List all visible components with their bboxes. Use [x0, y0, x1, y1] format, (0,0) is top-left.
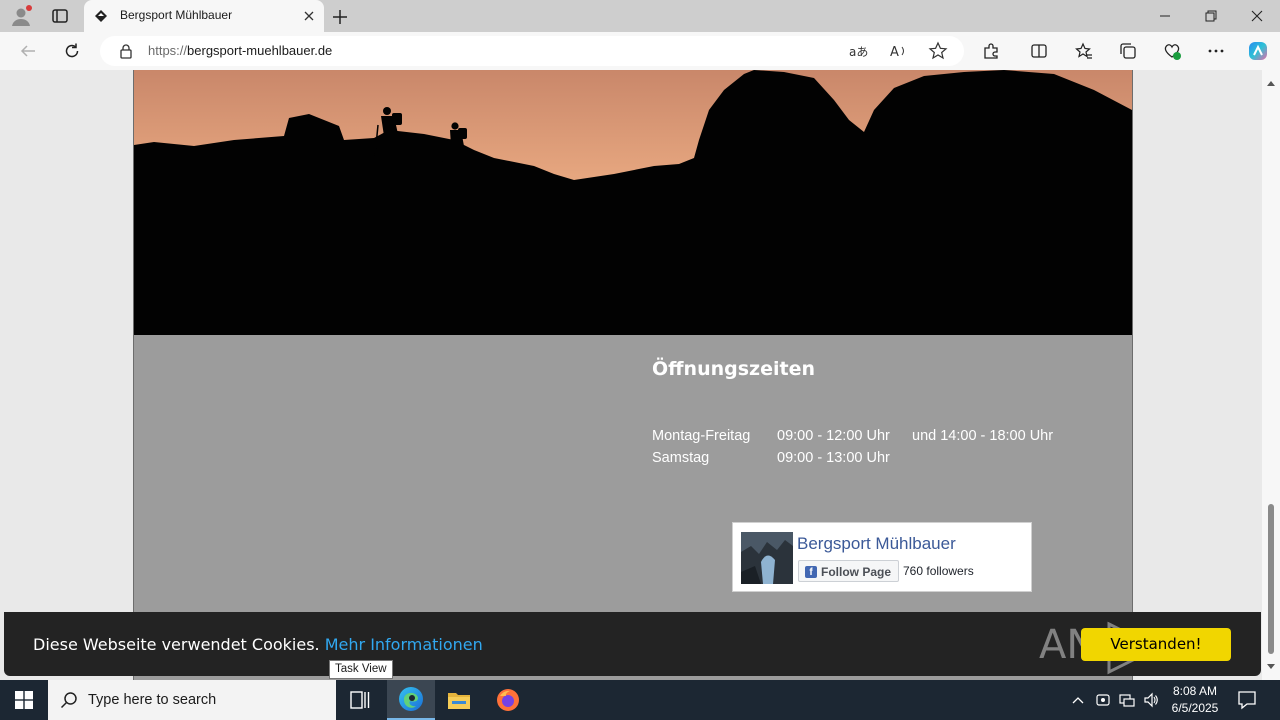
cookie-message: Diese Webseite verwendet Cookies. Mehr I…	[33, 635, 483, 654]
close-window-icon[interactable]	[1234, 0, 1280, 32]
network-icon[interactable]	[1118, 691, 1136, 709]
followers-count: 760 followers	[903, 564, 974, 578]
svg-text:A: A	[890, 45, 899, 60]
system-clock[interactable]: 8:08 AM 6/5/2025	[1165, 683, 1225, 717]
translate-icon[interactable]: aあ	[848, 41, 868, 61]
opening-hours-title: Öffnungszeiten	[652, 358, 815, 380]
accept-cookies-button[interactable]: Verstanden!	[1081, 628, 1231, 661]
browser-toolbar: https://bergsport-muehlbauer.de aあ A	[0, 32, 1280, 70]
show-hidden-icons-chevron-icon[interactable]	[1069, 691, 1087, 709]
windows-logo-icon	[15, 691, 33, 709]
follow-page-label: Follow Page	[821, 565, 892, 579]
facebook-page-thumbnail[interactable]	[741, 532, 793, 584]
search-icon	[60, 691, 78, 709]
site-favicon-icon	[94, 9, 108, 23]
address-bar[interactable]: https://bergsport-muehlbauer.de aあ A	[100, 36, 964, 66]
hero-image	[134, 70, 1132, 335]
content-column: Öffnungszeiten Montag-Freitag 09:00 - 12…	[133, 70, 1133, 680]
meet-now-icon[interactable]	[1094, 691, 1112, 709]
task-view-tooltip: Task View	[329, 660, 393, 679]
scrollbar-thumb[interactable]	[1268, 504, 1274, 654]
workspaces-icon[interactable]	[50, 7, 70, 25]
lock-icon[interactable]	[118, 43, 134, 59]
hours-time: 09:00 - 12:00 Uhr	[777, 428, 890, 444]
taskbar-search-box[interactable]: Type here to search	[48, 680, 336, 720]
notification-center-icon[interactable]	[1236, 690, 1258, 710]
volume-icon[interactable]	[1142, 691, 1160, 709]
refresh-icon[interactable]	[60, 39, 84, 63]
favorites-icon[interactable]	[1072, 39, 1096, 63]
folder-icon	[448, 693, 470, 709]
hours-time: und 14:00 - 18:00 Uhr	[912, 428, 1054, 444]
firefox-taskbar-button[interactable]	[484, 680, 532, 720]
task-view-icon	[350, 691, 370, 709]
page-viewport: Öffnungszeiten Montag-Freitag 09:00 - 12…	[0, 70, 1262, 680]
back-icon[interactable]	[16, 39, 40, 63]
cookie-text: Diese Webseite verwendet Cookies.	[33, 635, 320, 654]
facebook-page-name[interactable]: Bergsport Mühlbauer	[797, 534, 956, 554]
copilot-icon[interactable]	[1246, 39, 1270, 63]
clock-date: 6/5/2025	[1171, 701, 1219, 715]
cookie-banner: Diese Webseite verwendet Cookies. Mehr I…	[4, 612, 1261, 676]
page-scrollbar[interactable]	[1262, 70, 1280, 680]
facebook-icon: f	[805, 566, 817, 578]
hours-day: Samstag	[652, 450, 710, 466]
scroll-down-icon[interactable]	[1266, 658, 1276, 669]
profile-icon[interactable]	[10, 5, 32, 27]
minimize-icon[interactable]	[1142, 0, 1188, 32]
clock-time: 8:08 AM	[1172, 684, 1218, 698]
extensions-icon[interactable]	[979, 39, 1003, 63]
close-tab-icon[interactable]	[302, 9, 316, 23]
restore-icon[interactable]	[1188, 0, 1234, 32]
task-view-button[interactable]	[336, 680, 384, 720]
url-text[interactable]: https://bergsport-muehlbauer.de	[148, 43, 332, 58]
read-aloud-icon[interactable]: A	[888, 41, 908, 61]
follow-page-button[interactable]: f Follow Page	[798, 560, 899, 582]
start-button[interactable]	[0, 680, 48, 720]
file-explorer-button[interactable]	[435, 680, 483, 720]
hours-day: Montag-Freitag	[652, 428, 751, 444]
tab-strip: Bergsport Mühlbauer	[0, 0, 1280, 32]
search-placeholder: Type here to search	[88, 692, 217, 708]
favorite-star-icon[interactable]	[928, 41, 948, 61]
edge-taskbar-button[interactable]	[387, 680, 435, 720]
hours-time: 09:00 - 13:00 Uhr	[777, 450, 890, 466]
browser-essentials-icon[interactable]	[1160, 39, 1184, 63]
more-info-link[interactable]: Mehr Informationen	[325, 635, 483, 654]
tab-bergsport[interactable]: Bergsport Mühlbauer	[84, 0, 324, 32]
new-tab-icon[interactable]	[330, 7, 350, 27]
tab-title: Bergsport Mühlbauer	[120, 8, 233, 22]
split-screen-icon[interactable]	[1027, 39, 1051, 63]
facebook-page-widget: Bergsport Mühlbauer f Follow Page 760 fo…	[732, 522, 1032, 592]
firefox-icon	[497, 689, 519, 711]
edge-icon	[399, 687, 423, 711]
collections-icon[interactable]	[1116, 39, 1140, 63]
scroll-up-icon[interactable]	[1266, 76, 1276, 86]
svg-text:aあ: aあ	[849, 45, 868, 59]
more-menu-icon[interactable]	[1204, 39, 1228, 63]
taskbar: Type here to search 8:08 AM 6/5/2025	[0, 680, 1280, 720]
